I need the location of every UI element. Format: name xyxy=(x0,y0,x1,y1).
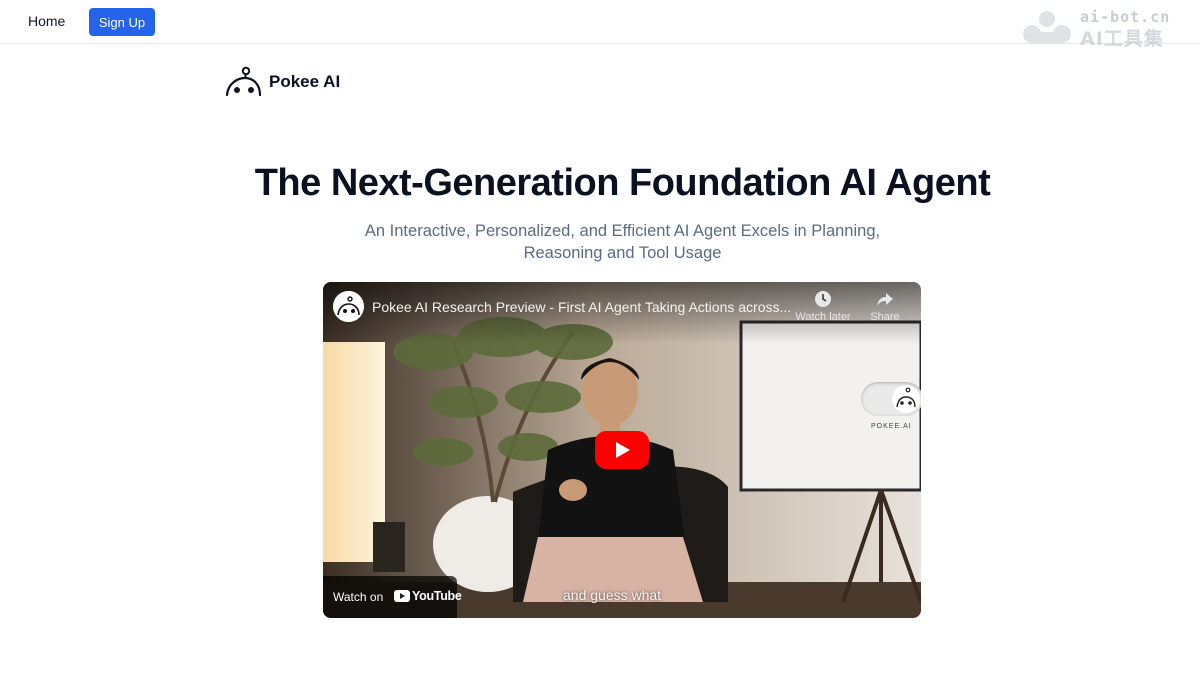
watch-later-button[interactable]: Watch later xyxy=(793,290,853,323)
youtube-video-embed[interactable]: Pokee AI Research Preview - First AI Age… xyxy=(323,282,921,618)
share-arrow-icon xyxy=(877,293,893,306)
channel-avatar[interactable] xyxy=(333,291,364,322)
watermark: ai-bot.cn AI工具集 xyxy=(1022,8,1182,50)
page-subtitle: An Interactive, Personalized, and Effici… xyxy=(364,222,881,262)
nav-home-link[interactable]: Home xyxy=(28,13,65,29)
sign-up-button[interactable]: Sign Up xyxy=(89,8,155,36)
watch-later-label: Watch later xyxy=(795,311,851,323)
page-headline: The Next-Generation Foundation AI Agent xyxy=(254,162,991,204)
play-icon xyxy=(616,442,630,458)
brand-name: Pokee AI xyxy=(269,72,341,91)
play-button[interactable] xyxy=(595,431,649,469)
youtube-wordmark: YouTube xyxy=(412,589,462,603)
watermark-brand: AI工具集 xyxy=(1080,28,1164,50)
board-brand-text: POKEE.AI xyxy=(871,423,912,430)
video-caption: and guess what xyxy=(563,587,662,603)
pokee-logo-icon xyxy=(225,66,262,97)
youtube-logo-icon xyxy=(394,590,410,602)
board-toggle-graphic xyxy=(861,382,921,416)
top-nav-bar: Home Sign Up ai-bot.cn AI工具集 xyxy=(0,0,1200,50)
video-title[interactable]: Pokee AI Research Preview - First AI Age… xyxy=(372,299,802,315)
pokee-logo-icon xyxy=(892,385,920,413)
share-button[interactable]: Share xyxy=(855,290,915,323)
watermark-icon xyxy=(1023,11,1071,43)
watch-on-label: Watch on xyxy=(333,590,384,604)
brand[interactable]: Pokee AI xyxy=(224,66,340,98)
share-label: Share xyxy=(870,311,900,323)
watch-on-youtube-button[interactable]: Watch on YouTube xyxy=(323,576,462,618)
watch-later-clock-icon xyxy=(815,291,831,307)
